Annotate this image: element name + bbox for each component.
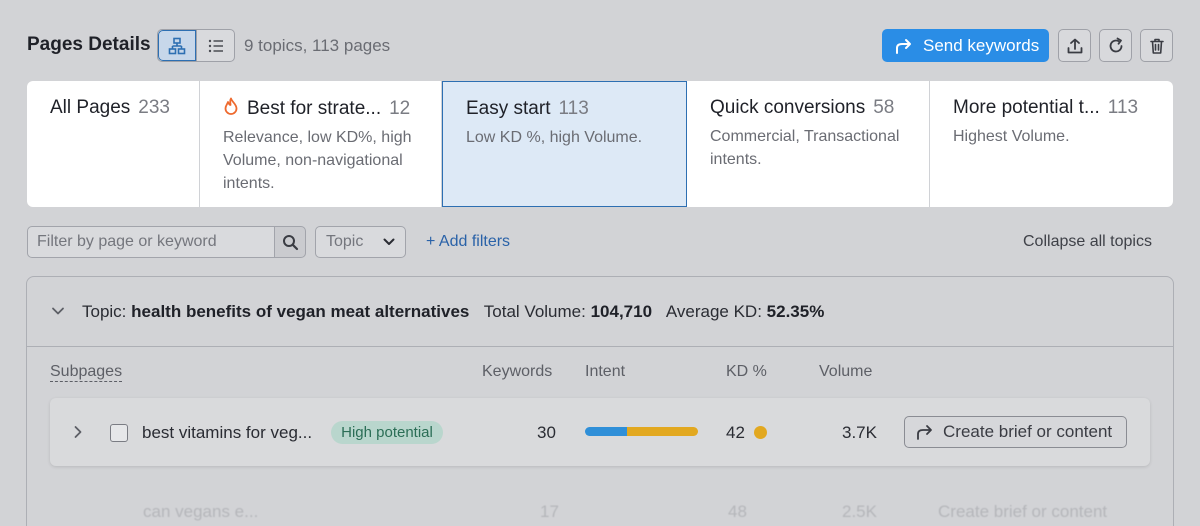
subpage-name[interactable]: best vitamins for veg...	[142, 423, 312, 443]
export-button[interactable]	[1058, 29, 1091, 62]
tab-label: Quick conversions	[710, 97, 866, 118]
average-kd-label: Average KD:	[665, 302, 762, 321]
intent-informational-segment	[585, 427, 627, 436]
keywords-count: 17	[540, 502, 559, 521]
table-row-faded: can vegans e... 17 48 2.5K Create brief …	[40, 488, 1140, 526]
search-icon	[282, 234, 298, 250]
intent-bar	[585, 427, 698, 436]
refresh-icon	[1109, 37, 1122, 52]
keywords-count[interactable]: 30	[537, 423, 556, 443]
refresh-button[interactable]	[1099, 29, 1132, 62]
column-header-intent: Intent	[585, 363, 626, 380]
list-view-icon	[208, 39, 223, 52]
intent-commercial-segment	[626, 427, 698, 436]
forward-arrow-icon	[917, 425, 932, 440]
total-volume-value: 104,710	[590, 302, 653, 321]
fire-icon	[224, 97, 238, 115]
kd-difficulty-dot	[754, 426, 767, 439]
list-view-button[interactable]	[196, 30, 234, 61]
topic-select-label: Topic	[326, 233, 364, 250]
volume-value: 2.5K	[842, 502, 877, 521]
tab-label: Easy start	[466, 98, 551, 119]
create-brief-button[interactable]: Create brief or content	[904, 416, 1127, 448]
collapse-all-topics-link[interactable]: Collapse all topics	[1023, 233, 1152, 251]
pages-tabs: All Pages 233 Best for strate... 12 Releva…	[27, 81, 1173, 207]
page-title: Pages Details	[27, 34, 151, 55]
chevron-down-icon	[383, 238, 395, 245]
tab-description: Highest Volume.	[953, 128, 1070, 145]
filter-search-button[interactable]	[274, 226, 306, 258]
kd-value: 48	[728, 502, 747, 521]
trash-icon	[1149, 38, 1164, 54]
filter-search-input[interactable]: Filter by page or keyword	[27, 226, 275, 258]
send-keywords-label: Send keywords	[923, 35, 1040, 55]
create-brief-label: Create brief or content	[943, 422, 1113, 441]
tab-label: More potential t...	[953, 97, 1100, 118]
tab-count: 12	[389, 98, 411, 119]
tab-count: 58	[873, 97, 895, 118]
grouped-view-icon	[168, 37, 186, 54]
grouped-view-button[interactable]	[158, 30, 196, 61]
topic-label: Topic:	[82, 302, 127, 321]
column-header-keywords[interactable]: Keywords	[482, 363, 552, 381]
upload-icon	[1067, 38, 1082, 53]
tab-count: 113	[1107, 97, 1139, 118]
send-keywords-button[interactable]: Send keywords	[882, 29, 1049, 62]
topics-summary: 9 topics, 113 pages	[244, 36, 391, 55]
tab-best-for-strategy[interactable]: Best for strate... 12 Relevance, low KD%,…	[200, 81, 442, 207]
column-header-volume[interactable]: Volume	[819, 363, 872, 381]
tab-easy-start[interactable]: Easy start 113 Low KD %, high Volume.	[442, 81, 687, 207]
column-header-kd[interactable]: KD %	[726, 363, 767, 381]
create-brief-label: Create brief or content	[938, 502, 1108, 521]
tab-description: Relevance, low KD%, high Volume, non-nav…	[223, 129, 412, 192]
topic-name: health benefits of vegan meat alternativ…	[131, 302, 470, 321]
column-header-subpages[interactable]: Subpages	[50, 363, 123, 382]
collapse-topic-chevron-icon[interactable]	[51, 306, 65, 316]
tab-count: 233	[138, 97, 170, 118]
tab-description: Commercial, Transactional intents.	[710, 128, 900, 168]
subpage-name: can vegans e...	[143, 502, 259, 521]
volume-value: 3.7K	[842, 423, 877, 442]
tab-quick-conversions[interactable]: Quick conversions 58 Commercial, Transact…	[687, 81, 930, 207]
topic-summary-line: Topic: health benefits of vegan meat alt…	[82, 302, 824, 322]
view-toggle	[157, 29, 235, 62]
tab-description: Low KD %, high Volume.	[466, 129, 643, 146]
expand-row-chevron-icon[interactable]	[73, 425, 83, 439]
row-checkbox[interactable]	[110, 424, 128, 442]
tab-more-potential[interactable]: More potential t... 113 Highest Volume.	[930, 81, 1173, 207]
tab-all-pages[interactable]: All Pages 233	[27, 81, 200, 207]
topic-select[interactable]: Topic	[315, 226, 406, 258]
total-volume-label: Total Volume:	[483, 302, 586, 321]
tab-label: All Pages	[50, 97, 131, 118]
average-kd-value: 52.35%	[766, 302, 825, 321]
delete-button[interactable]	[1140, 29, 1173, 62]
kd-value: 42	[726, 423, 745, 442]
add-filters-link[interactable]: + Add filters	[426, 233, 510, 251]
tab-count: 113	[558, 98, 589, 119]
forward-arrow-icon	[896, 38, 911, 54]
potential-badge: High potential	[331, 421, 443, 444]
tab-label: Best for strate...	[247, 98, 382, 119]
